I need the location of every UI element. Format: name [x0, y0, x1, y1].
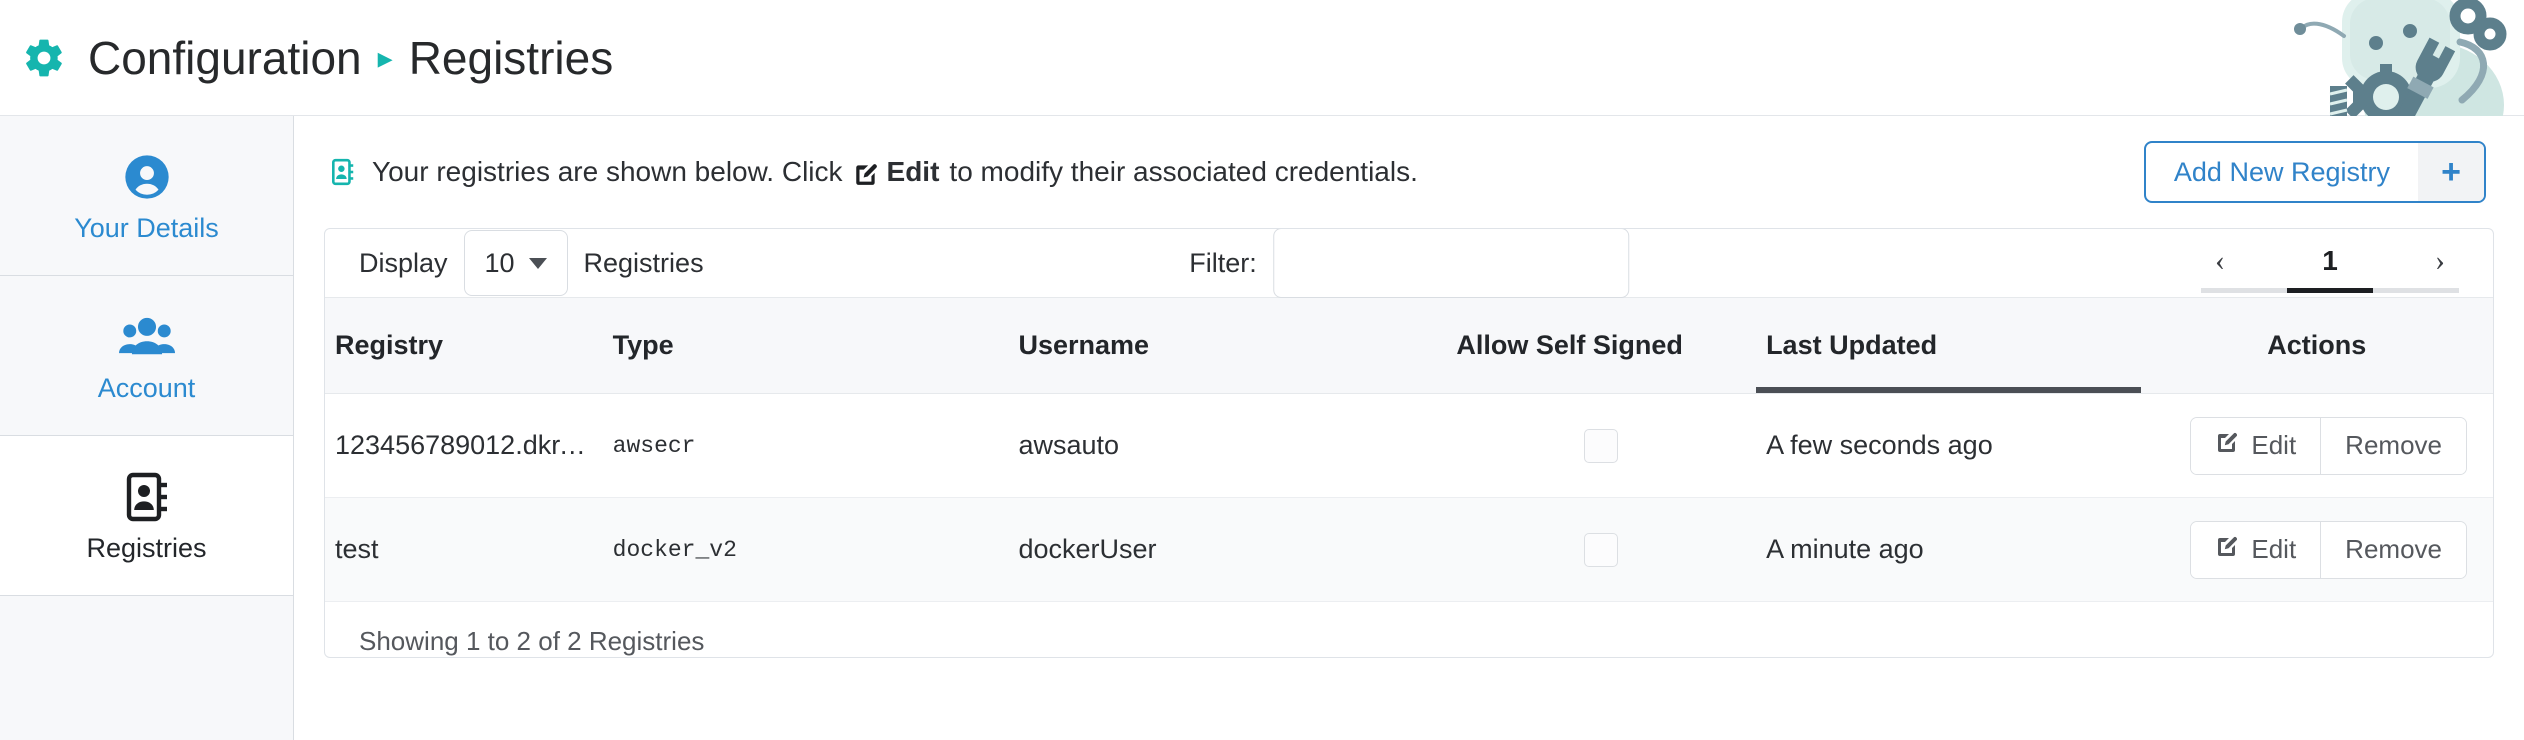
table-row: test docker_v2 dockerUser A minute ago	[325, 498, 2493, 602]
column-header-username[interactable]: Username	[1009, 298, 1447, 394]
sidebar-filler	[0, 596, 293, 740]
notice-text-before: Your registries are shown below. Click	[372, 156, 843, 188]
sidebar-item-your-details[interactable]: Your Details	[0, 116, 293, 276]
add-new-registry-button[interactable]: Add New Registry +	[2144, 141, 2486, 203]
cell-username: dockerUser	[1009, 498, 1447, 602]
pagination-row: ‹ 1 ›	[2201, 234, 2459, 288]
cell-allow-self-signed	[1446, 394, 1756, 498]
notice-text-after: to modify their associated credentials.	[949, 156, 1417, 188]
body-wrapper: Your Details Account	[0, 116, 2524, 740]
plus-icon: +	[2418, 143, 2484, 201]
display-control: Display 10 Registries	[359, 230, 704, 296]
users-group-icon	[119, 309, 175, 365]
edit-button-label: Edit	[2251, 534, 2296, 565]
remove-button-label: Remove	[2345, 430, 2442, 461]
cell-actions: Edit Remove	[2141, 498, 2493, 602]
sidebar-item-registries[interactable]: Registries	[0, 436, 293, 596]
cell-registry: test	[325, 498, 603, 602]
sidebar-item-label: Account	[98, 375, 196, 402]
cell-registry: 123456789012.dkr.ecr.us...	[325, 394, 603, 498]
filter-input[interactable]	[1273, 228, 1629, 298]
pagination-track	[2201, 288, 2459, 293]
pagination-page-1[interactable]: 1	[2322, 245, 2338, 277]
gear-icon	[22, 36, 66, 80]
registries-card: Display 10 Registries Filter: ‹ 1 ›	[324, 228, 2494, 658]
breadcrumb: Configuration ▸ Registries	[88, 31, 613, 85]
notice-banner: Your registries are shown below. Click E…	[330, 156, 1418, 188]
pagination-track-active	[2287, 288, 2373, 293]
remove-button-label: Remove	[2345, 534, 2442, 565]
cell-actions: Edit Remove	[2141, 394, 2493, 498]
chevron-down-icon	[529, 258, 547, 269]
pagination-track-left	[2201, 288, 2287, 293]
column-header-type[interactable]: Type	[603, 298, 1009, 394]
main-content: Your registries are shown below. Click E…	[294, 116, 2524, 740]
registries-table: Registry Type Username Allow Self Signed…	[325, 297, 2493, 602]
chevron-right-icon[interactable]: ›	[2435, 246, 2445, 276]
chevron-left-icon[interactable]: ‹	[2215, 246, 2225, 276]
page-header: Configuration ▸ Registries	[0, 0, 2524, 116]
row-action-group: Edit Remove	[2190, 417, 2467, 475]
sidebar-item-label: Registries	[86, 535, 206, 562]
remove-button[interactable]: Remove	[2320, 522, 2466, 578]
column-header-last-updated[interactable]: Last Updated	[1756, 298, 2140, 394]
table-row: 123456789012.dkr.ecr.us... awsecr awsaut…	[325, 394, 2493, 498]
allow-self-signed-checkbox[interactable]	[1584, 429, 1618, 463]
chevron-right-icon: ▸	[378, 44, 393, 74]
notice-emphasis: Edit	[887, 156, 940, 188]
cell-last-updated: A few seconds ago	[1756, 394, 2140, 498]
cell-type: docker_v2	[603, 498, 1009, 602]
cell-last-updated: A minute ago	[1756, 498, 2140, 602]
cell-type: awsecr	[603, 394, 1009, 498]
add-new-registry-label: Add New Registry	[2146, 143, 2418, 201]
allow-self-signed-checkbox[interactable]	[1584, 533, 1618, 567]
edit-button-label: Edit	[2251, 430, 2296, 461]
table-header-row: Registry Type Username Allow Self Signed…	[325, 298, 2493, 394]
filter-label: Filter:	[1189, 248, 1257, 279]
notice-row: Your registries are shown below. Click E…	[324, 116, 2494, 228]
user-circle-icon	[121, 149, 173, 205]
display-label: Display	[359, 248, 448, 279]
edit-pencil-icon	[2215, 430, 2239, 461]
column-header-actions: Actions	[2141, 298, 2493, 394]
row-action-group: Edit Remove	[2190, 521, 2467, 579]
breadcrumb-item-configuration[interactable]: Configuration	[88, 31, 362, 85]
address-book-icon	[123, 469, 171, 525]
breadcrumb-item-registries[interactable]: Registries	[409, 31, 614, 85]
sidebar: Your Details Account	[0, 116, 294, 740]
display-suffix-label: Registries	[584, 248, 704, 279]
address-book-icon	[330, 158, 356, 186]
edit-pencil-icon	[2215, 534, 2239, 565]
showing-entries-label: Showing 1 to 2 of 2 Registries	[359, 626, 704, 656]
edit-button[interactable]: Edit	[2191, 418, 2320, 474]
filter-control: Filter:	[1189, 228, 1629, 298]
pagination: ‹ 1 ›	[2201, 234, 2459, 293]
sidebar-item-label: Your Details	[74, 215, 219, 242]
column-header-allow-self-signed[interactable]: Allow Self Signed	[1446, 298, 1756, 394]
robot-mascot-icon	[2264, 0, 2524, 116]
cell-username: awsauto	[1009, 394, 1447, 498]
pagination-track-right	[2373, 288, 2459, 293]
remove-button[interactable]: Remove	[2320, 418, 2466, 474]
cell-allow-self-signed	[1446, 498, 1756, 602]
edit-pencil-icon	[853, 161, 879, 187]
page-size-value: 10	[485, 248, 515, 279]
sidebar-item-account[interactable]: Account	[0, 276, 293, 436]
table-footer: Showing 1 to 2 of 2 Registries	[325, 602, 2493, 657]
table-controls: Display 10 Registries Filter: ‹ 1 ›	[325, 229, 2493, 297]
column-header-registry[interactable]: Registry	[325, 298, 603, 394]
edit-button[interactable]: Edit	[2191, 522, 2320, 578]
page-size-select[interactable]: 10	[464, 230, 568, 296]
